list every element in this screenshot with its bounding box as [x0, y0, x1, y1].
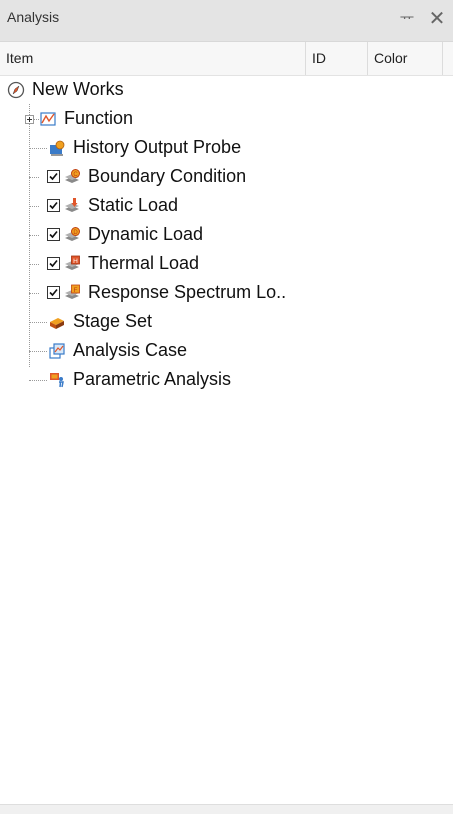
- column-header-item[interactable]: Item: [0, 42, 306, 75]
- tree-item-label: Function: [64, 108, 134, 128]
- tree-item-label: Parametric Analysis: [73, 369, 232, 389]
- tree-item-parametric-analysis[interactable]: Parametric Analysis: [47, 365, 231, 394]
- checkbox[interactable]: [47, 170, 60, 183]
- panel-title: Analysis: [7, 9, 60, 25]
- svg-text:C: C: [73, 172, 78, 178]
- tree-body: New Works Function History Output Probe …: [0, 75, 453, 805]
- tree-connector: [29, 177, 39, 178]
- expand-toggle[interactable]: [25, 115, 34, 124]
- tree-item-stage-set[interactable]: Stage Set: [47, 307, 152, 336]
- tree-item-boundary-condition[interactable]: C Boundary Condition: [47, 162, 246, 191]
- pin-icon[interactable]: ᅲ: [395, 5, 419, 33]
- tree-item-thermal-load[interactable]: H Thermal Load: [47, 249, 199, 278]
- checkbox[interactable]: [47, 228, 60, 241]
- tree-item-response-spectrum-load[interactable]: F Response Spectrum Lo..: [47, 278, 286, 307]
- function-graph-icon: [38, 109, 58, 129]
- tree-connector: [29, 351, 47, 352]
- column-header-row: Item ID Color: [0, 42, 453, 76]
- tree-item-static-load[interactable]: Static Load: [47, 191, 178, 220]
- tree-connector: [29, 293, 39, 294]
- column-header-color[interactable]: Color: [368, 42, 443, 75]
- tree-connector: [29, 206, 39, 207]
- tree-connector: [29, 322, 47, 323]
- static-load-icon: [62, 196, 82, 216]
- tree-item-function[interactable]: Function: [38, 104, 133, 133]
- tree-connector: [29, 264, 39, 265]
- tree-item-label: New Works: [32, 79, 124, 99]
- boundary-condition-icon: C: [62, 167, 82, 187]
- checkbox[interactable]: [47, 257, 60, 270]
- tree-item-label: Thermal Load: [88, 253, 200, 273]
- checkbox[interactable]: [47, 286, 60, 299]
- tree-item-new-works[interactable]: New Works: [6, 75, 124, 104]
- parametric-analysis-icon: [47, 370, 67, 390]
- dynamic-load-icon: D: [62, 225, 82, 245]
- response-spectrum-icon: F: [62, 283, 82, 303]
- tree-item-label: Dynamic Load: [88, 224, 204, 244]
- tree-item-label: Stage Set: [73, 311, 153, 331]
- close-icon[interactable]: ✕: [425, 5, 449, 33]
- tree-item-label: Boundary Condition: [88, 166, 247, 186]
- tree-item-label: Analysis Case: [73, 340, 188, 360]
- tree-connector: [29, 148, 47, 149]
- tree-item-label: Response Spectrum Lo..: [88, 282, 287, 302]
- tree-connector: [29, 235, 39, 236]
- tree-item-history-output-probe[interactable]: History Output Probe: [47, 133, 241, 162]
- column-header-id[interactable]: ID: [306, 42, 368, 75]
- tree-item-dynamic-load[interactable]: D Dynamic Load: [47, 220, 203, 249]
- svg-text:D: D: [73, 230, 78, 236]
- analysis-panel: Analysis ᅲ ✕ Item ID Color New Works Fun…: [0, 0, 453, 814]
- thermal-load-icon: H: [62, 254, 82, 274]
- tree-connector: [29, 380, 47, 381]
- tree-item-analysis-case[interactable]: Analysis Case: [47, 336, 187, 365]
- svg-text:H: H: [73, 257, 78, 264]
- svg-text:F: F: [74, 286, 78, 293]
- checkbox[interactable]: [47, 199, 60, 212]
- history-probe-icon: [47, 138, 67, 158]
- tree-item-label: Static Load: [88, 195, 179, 215]
- compass-icon: [6, 80, 26, 100]
- tree-item-label: History Output Probe: [73, 137, 242, 157]
- panel-titlebar: Analysis ᅲ ✕: [0, 0, 453, 42]
- analysis-case-icon: [47, 341, 67, 361]
- stage-set-icon: [47, 312, 67, 332]
- tree-view[interactable]: Item ID Color New Works Function History…: [0, 42, 453, 813]
